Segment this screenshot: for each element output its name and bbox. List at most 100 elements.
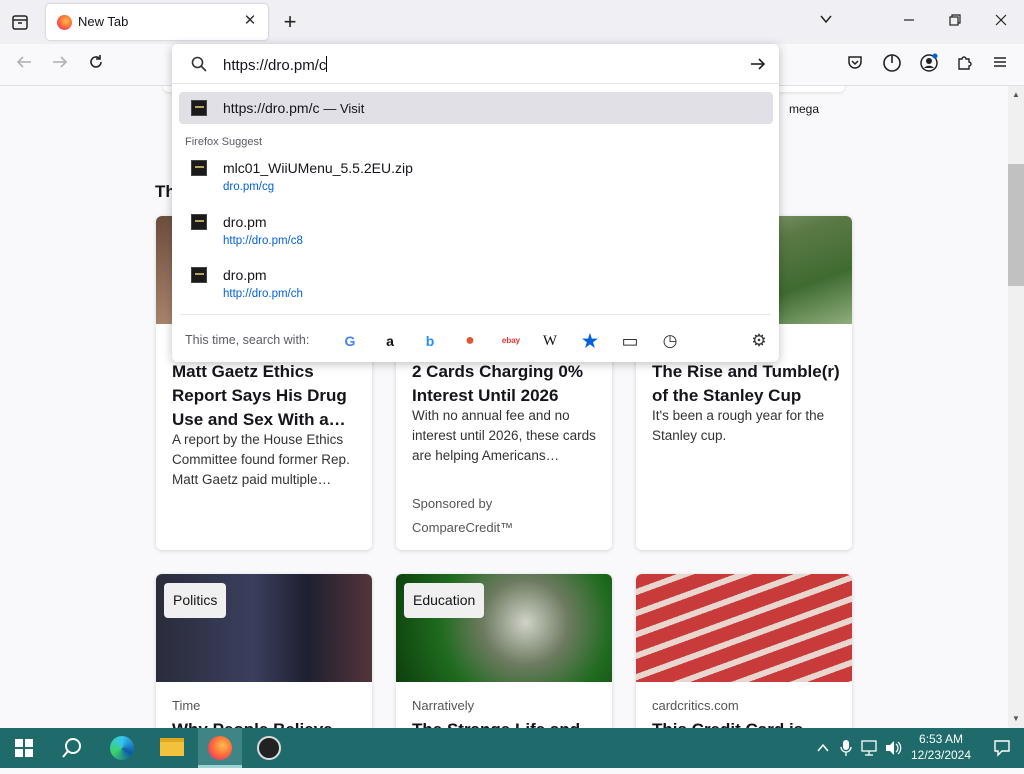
close-window-button[interactable]	[989, 10, 1013, 34]
address-bar[interactable]: https://dro.pm/c	[172, 44, 779, 84]
taskbar-edge[interactable]	[100, 728, 144, 768]
urlbar-dropdown: https://dro.pm/c https://dro.pm/c — Visi…	[172, 44, 779, 362]
new-tab-button[interactable]: +	[278, 10, 302, 34]
story-headline: 2 Cards Charging 0% Interest Until 2026	[412, 362, 583, 405]
story-headline: This Credit Card is	[652, 718, 842, 728]
volume-tray[interactable]	[882, 728, 906, 768]
heuristic-result[interactable]: https://dro.pm/c — Visit	[179, 92, 773, 124]
wikipedia-icon[interactable]: W	[540, 331, 560, 351]
story-description: A report by the House Ethics Committee f…	[172, 432, 350, 487]
close-tab-icon[interactable]: ✕	[240, 11, 260, 31]
firefox-logo-icon	[57, 15, 72, 30]
shortcut-label-mega[interactable]: mega	[789, 102, 819, 116]
tabs-icon[interactable]: ▭	[620, 331, 640, 351]
minimize-icon	[904, 19, 914, 21]
firefox-view-button[interactable]	[8, 10, 32, 34]
forward-button[interactable]	[48, 53, 72, 77]
address-input-text: https://dro.pm/c	[223, 57, 327, 74]
page-scrollbar[interactable]: ▲ ▼	[1008, 86, 1024, 728]
suggestion-title: dro.pm	[223, 267, 267, 283]
story-card[interactable]: cardcritics.com This Credit Card is	[636, 574, 852, 728]
story-card[interactable]: Politics Time Why People Believe	[156, 574, 372, 728]
restore-icon	[949, 14, 961, 26]
taskbar-search-button[interactable]	[50, 728, 94, 768]
reload-button[interactable]	[84, 53, 108, 77]
microphone-icon	[840, 740, 852, 756]
windows-logo-icon	[15, 739, 33, 757]
category-badge: Education	[404, 583, 485, 618]
story-description: It's been a rough year for the Stanley c…	[652, 408, 825, 443]
chevron-down-icon	[820, 15, 832, 24]
heuristic-action: — Visit	[323, 101, 365, 116]
folder-icon	[160, 738, 184, 756]
taskbar-file-explorer[interactable]	[150, 728, 194, 768]
microphone-tray[interactable]	[834, 728, 858, 768]
reload-icon	[90, 55, 102, 68]
story-headline: Matt Gaetz Ethics Report Says His Drug U…	[172, 362, 347, 429]
site-favicon-icon	[191, 100, 207, 116]
suggestion-row[interactable]: mlc01_WiiUMenu_5.5.2EU.zip dro.pm/cg	[179, 154, 773, 198]
taskbar-obs[interactable]	[247, 728, 291, 768]
speaker-icon	[886, 741, 902, 755]
suggestion-url: http://dro.pm/ch	[223, 288, 303, 300]
network-icon	[861, 740, 877, 756]
hamburger-icon	[994, 57, 1006, 67]
scroll-up-arrow-icon[interactable]: ▲	[1012, 90, 1020, 99]
app-menu-button[interactable]	[988, 53, 1012, 77]
list-all-tabs-button[interactable]	[814, 10, 838, 34]
suggestion-url: dro.pm/cg	[223, 181, 275, 193]
show-hidden-icons-button[interactable]	[810, 728, 836, 768]
firefox-logo-icon	[208, 736, 232, 760]
taskbar-firefox[interactable]	[198, 728, 242, 768]
duckduckgo-icon[interactable]: ●	[460, 331, 480, 351]
close-icon	[995, 14, 1007, 26]
chevron-up-icon	[817, 743, 829, 752]
suggestion-url: http://dro.pm/c8	[223, 235, 303, 247]
scroll-down-arrow-icon[interactable]: ▼	[1012, 714, 1020, 723]
heuristic-url-line: https://dro.pm/c — Visit	[223, 100, 364, 116]
extensions-button[interactable]	[952, 53, 976, 77]
clock[interactable]: 6:53 AM 12/23/2024	[910, 731, 972, 763]
bing-icon[interactable]: b	[420, 331, 440, 351]
search-icon	[191, 56, 207, 72]
restore-button[interactable]	[943, 10, 967, 34]
windows-taskbar: 6:53 AM 12/23/2024	[0, 728, 1024, 768]
suggestion-row[interactable]: dro.pm http://dro.pm/ch	[179, 261, 773, 305]
suggestion-row[interactable]: dro.pm http://dro.pm/c8	[179, 208, 773, 252]
pocket-button[interactable]	[843, 53, 867, 77]
back-arrow-icon	[16, 56, 31, 68]
suggestion-title: dro.pm	[223, 214, 267, 230]
story-source: Time	[172, 698, 201, 713]
story-card[interactable]: Education Narratively The Strange Life a…	[396, 574, 612, 728]
network-tray[interactable]	[858, 728, 882, 768]
tab-new-tab[interactable]: New Tab ✕	[46, 4, 268, 40]
search-settings-gear-icon[interactable]: ⚙	[749, 331, 769, 351]
firefox-view-icon	[12, 15, 28, 30]
google-icon[interactable]: G	[340, 331, 360, 351]
story-source: Narratively	[412, 698, 475, 713]
minimize-button[interactable]	[897, 10, 921, 34]
amazon-icon[interactable]: a	[380, 331, 400, 351]
site-favicon-icon	[191, 267, 207, 283]
history-icon[interactable]: ◷	[660, 331, 680, 351]
address-input-value[interactable]: https://dro.pm/c	[223, 56, 328, 74]
puzzle-icon	[958, 56, 972, 70]
profile-button[interactable]	[917, 53, 941, 77]
notifications-button[interactable]	[980, 728, 1024, 768]
firefox-account-button[interactable]	[880, 53, 904, 77]
site-favicon-icon	[191, 214, 207, 230]
story-headline: Why People Believe	[172, 718, 362, 728]
text-caret	[326, 56, 328, 72]
scrollbar-thumb[interactable]	[1008, 164, 1024, 286]
ebay-icon[interactable]: ebay	[499, 331, 523, 351]
clock-time: 6:53 AM	[918, 732, 964, 746]
back-button[interactable]	[12, 53, 36, 77]
start-button[interactable]	[2, 728, 46, 768]
bookmarks-icon[interactable]: ★	[580, 331, 600, 351]
forward-arrow-icon	[53, 56, 68, 68]
site-favicon-icon	[191, 160, 207, 176]
clock-date: 12/23/2024	[910, 748, 972, 762]
go-arrow-icon[interactable]	[750, 56, 766, 72]
firefox-suggest-label: Firefox Suggest	[185, 136, 263, 148]
story-description: With no annual fee and no interest until…	[412, 408, 596, 463]
